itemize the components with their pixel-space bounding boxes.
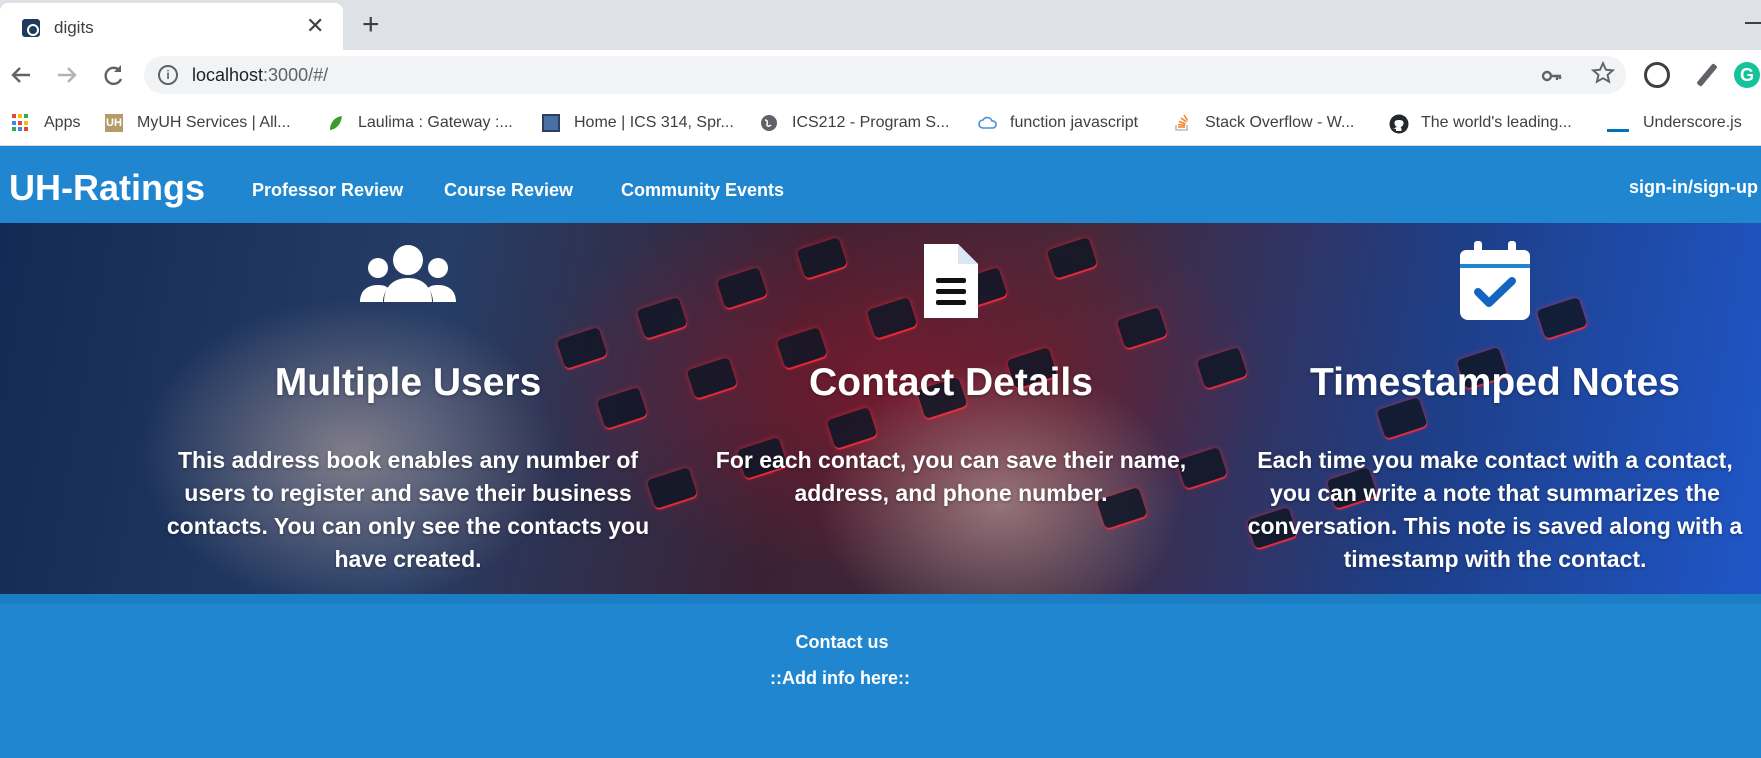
nav-link-community-events[interactable]: Community Events xyxy=(621,180,784,201)
signin-signup-link[interactable]: sign-in/sign-up xyxy=(1629,177,1758,198)
bookmarks-bar: Apps UH MyUH Services | All... Laulima :… xyxy=(0,100,1761,146)
new-tab-button[interactable]: + xyxy=(362,8,380,42)
site-footer: Contact us ::Add info here:: xyxy=(0,594,1761,758)
ics314-icon xyxy=(542,114,560,132)
bookmark-stackoverflow[interactable]: Stack Overflow - W... xyxy=(1173,110,1354,136)
keyboard-key-decoration xyxy=(716,266,768,310)
minimize-window-button[interactable] xyxy=(1745,22,1761,24)
key-icon[interactable] xyxy=(1540,64,1564,94)
feature-title: Timestamped Notes xyxy=(1310,361,1680,404)
forward-arrow-icon[interactable] xyxy=(52,60,82,90)
bookmark-star-icon[interactable] xyxy=(1590,60,1616,93)
reload-icon[interactable] xyxy=(98,60,128,90)
bookmark-label: Stack Overflow - W... xyxy=(1205,114,1355,131)
bookmark-label: Home | ICS 314, Spr... xyxy=(574,114,734,131)
apps-grid-icon xyxy=(12,114,30,132)
eyedropper-extension-icon[interactable] xyxy=(1694,62,1720,88)
browser-toolbar: i localhost:3000/#/ G xyxy=(0,50,1761,100)
bookmark-label: function javascript xyxy=(1010,114,1139,131)
keyboard-key-decoration xyxy=(636,296,688,340)
bookmark-github[interactable]: The world's leading... xyxy=(1389,110,1572,136)
favicon-icon xyxy=(22,19,40,37)
bookmark-apps[interactable]: Apps xyxy=(12,110,80,136)
feature-title: Contact Details xyxy=(809,361,1093,404)
hero-banner: Multiple Users This address book enables… xyxy=(0,223,1761,594)
footer-contact-heading: Contact us xyxy=(795,632,889,652)
cloud-icon xyxy=(978,114,997,132)
laulima-leaf-icon xyxy=(326,114,344,132)
keyboard-key-decoration xyxy=(1536,296,1588,340)
url-path: :3000/#/ xyxy=(263,65,329,85)
feature-description: This address book enables any number of … xyxy=(166,447,650,572)
github-icon xyxy=(1389,114,1409,134)
browser-tab[interactable]: digits ✕ xyxy=(0,3,343,50)
keyboard-key-decoration xyxy=(826,406,878,450)
keyboard-key-decoration xyxy=(866,296,918,340)
keyboard-key-decoration xyxy=(1116,306,1168,350)
tab-title: digits xyxy=(54,18,94,37)
tab-close-icon[interactable]: ✕ xyxy=(306,13,324,39)
bookmark-function-javascript[interactable]: function javascript xyxy=(978,110,1138,136)
browser-tab-strip: digits ✕ + xyxy=(0,0,1761,50)
myuh-icon: UH xyxy=(105,114,123,132)
grammarly-extension-icon[interactable]: G xyxy=(1734,62,1760,88)
keyboard-key-decoration xyxy=(1046,236,1098,280)
users-icon xyxy=(358,240,458,309)
bookmark-label: The world's leading... xyxy=(1421,114,1572,131)
nav-link-professor-review[interactable]: Professor Review xyxy=(252,180,403,201)
site-navbar: UH-Ratings Professor Review Course Revie… xyxy=(0,147,1761,223)
bookmark-myuh[interactable]: UH MyUH Services | All... xyxy=(105,110,291,136)
feature-description: For each contact, you can save their nam… xyxy=(715,447,1187,506)
underscore-icon xyxy=(1607,129,1629,132)
site-info-icon[interactable]: i xyxy=(158,65,178,85)
feature-title: Multiple Users xyxy=(274,361,542,404)
bookmark-laulima[interactable]: Laulima : Gateway :... xyxy=(326,110,513,136)
stackoverflow-icon xyxy=(1173,114,1191,132)
bookmark-label: MyUH Services | All... xyxy=(137,114,291,131)
bookmark-label: Laulima : Gateway :... xyxy=(358,114,513,131)
bookmark-label: Underscore.js xyxy=(1643,114,1742,131)
sync-extension-icon[interactable] xyxy=(1644,62,1670,88)
footer-info-text: ::Add info here:: xyxy=(770,668,910,688)
url-host: localhost xyxy=(192,65,264,85)
bookmark-label: Apps xyxy=(44,114,81,131)
bookmark-ics212[interactable]: ICS212 - Program S... xyxy=(760,110,949,136)
url-text: localhost:3000/#/ xyxy=(192,65,328,86)
bookmark-underscore[interactable]: Underscore.js xyxy=(1607,110,1742,136)
bookmark-ics314[interactable]: Home | ICS 314, Spr... xyxy=(542,110,734,136)
bookmark-label: ICS212 - Program S... xyxy=(792,114,950,131)
document-icon xyxy=(920,240,982,327)
brand-logo-text[interactable]: UH-Ratings xyxy=(9,167,205,209)
globe-icon xyxy=(760,114,778,132)
address-bar[interactable]: i localhost:3000/#/ xyxy=(144,56,1626,94)
nav-link-course-review[interactable]: Course Review xyxy=(444,180,573,201)
keyboard-key-decoration xyxy=(796,236,848,280)
calendar-check-icon xyxy=(1458,240,1532,327)
back-arrow-icon[interactable] xyxy=(6,60,36,90)
feature-description: Each time you make contact with a contac… xyxy=(1247,447,1743,572)
